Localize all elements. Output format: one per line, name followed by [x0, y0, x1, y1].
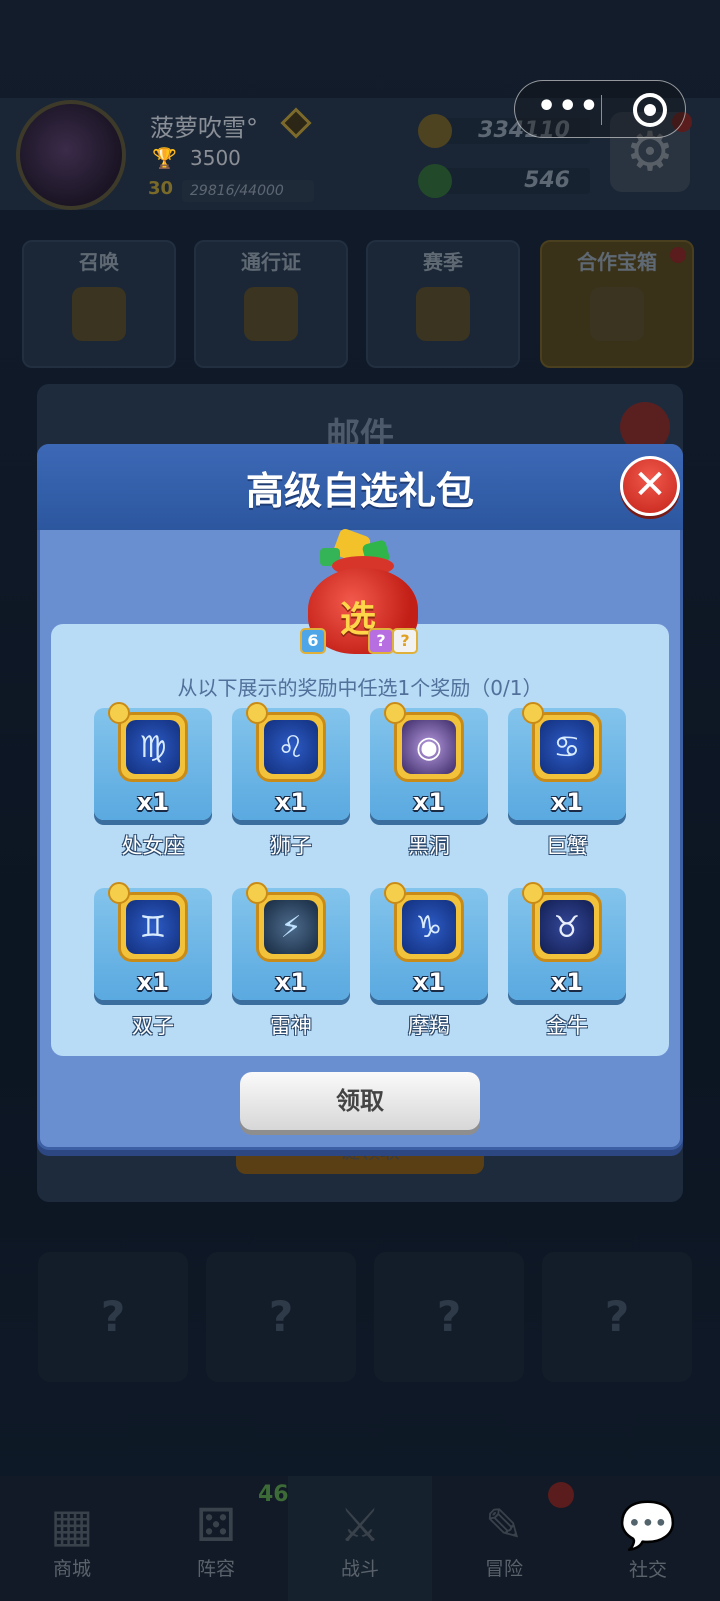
- reward-name: 黑洞: [408, 834, 450, 858]
- reward-name: 巨蟹: [546, 834, 588, 858]
- pass-panel: 通行证: [194, 240, 348, 368]
- reward-quantity: x1: [412, 788, 446, 816]
- pass-crown-icon: [244, 287, 298, 341]
- nav-shop: ▦ 商城: [0, 1476, 144, 1601]
- coop-chest-label: 合作宝箱: [577, 250, 657, 274]
- summon-cards-icon: [72, 287, 126, 341]
- dragon-crest-icon: [522, 882, 544, 904]
- reward-quantity: x1: [550, 968, 584, 996]
- summon-label: 召唤: [79, 250, 119, 274]
- virgo-icon: ♍: [126, 720, 180, 774]
- dialog-title: 高级自选礼包: [245, 469, 474, 513]
- dragon-crest-icon: [384, 882, 406, 904]
- close-button[interactable]: ✕: [620, 456, 680, 516]
- player-name: 菠萝吹雪°: [150, 114, 258, 142]
- reward-quantity: x1: [274, 968, 308, 996]
- level-badge: 30: [148, 178, 174, 199]
- miniprogram-capsule: •••: [514, 80, 686, 138]
- reward-name: 处女座: [121, 834, 185, 858]
- reward-name: 金牛: [546, 1014, 588, 1038]
- reward-name: 摩羯: [408, 1014, 450, 1038]
- reward-quantity: x1: [136, 968, 170, 996]
- reward-name: 雷神: [270, 1014, 312, 1038]
- dragon-crest-icon: [108, 702, 130, 724]
- reward-card-gemini[interactable]: ♊ x1 双子: [94, 882, 212, 1044]
- season-trophy-icon: [416, 287, 470, 341]
- dragon-crest-icon: [384, 702, 406, 724]
- dragon-crest-icon: [522, 702, 544, 724]
- nav-adventure-label: 冒险: [484, 1558, 523, 1580]
- gem-value: 546: [444, 168, 590, 194]
- gem-counter: 546: [418, 164, 590, 198]
- chest-icon: [590, 287, 644, 341]
- locked-slot: ?: [542, 1252, 692, 1382]
- reward-card-taurus[interactable]: ♉ x1 金牛: [508, 882, 626, 1044]
- avatar: [16, 100, 126, 210]
- capsule-divider: [601, 95, 602, 125]
- lineup-badge: 46: [258, 1482, 289, 1507]
- locked-slot: ?: [206, 1252, 356, 1382]
- dragon-crest-icon: [108, 882, 130, 904]
- reward-card-crab[interactable]: ♋ x1 巨蟹: [508, 702, 626, 864]
- gemini-icon: ♊: [126, 900, 180, 954]
- reward-quantity: x1: [136, 788, 170, 816]
- selection-instruction: 从以下展示的奖励中任选1个奖励（0/1）: [177, 676, 543, 700]
- reward-quantity: x1: [550, 788, 584, 816]
- pass-label: 通行证: [241, 250, 301, 274]
- nav-social: 💬 社交: [576, 1476, 720, 1601]
- target-icon[interactable]: [633, 93, 667, 127]
- nav-battle: ⚔ 战斗: [288, 1476, 432, 1601]
- thor-hammer-icon: ⚡: [264, 900, 318, 954]
- chat-icon: 💬: [619, 1498, 677, 1552]
- locked-slot: ?: [38, 1252, 188, 1382]
- claim-button[interactable]: 领取: [240, 1072, 480, 1130]
- shop-icon: ▦: [50, 1498, 94, 1552]
- green-gem-icon: [418, 164, 452, 198]
- swords-icon: ⚔: [339, 1498, 381, 1552]
- reward-name: 狮子: [270, 834, 312, 858]
- nav-shop-label: 商城: [52, 1558, 91, 1580]
- locked-slot: ?: [374, 1252, 524, 1382]
- more-dots-icon[interactable]: •••: [537, 92, 601, 122]
- reward-card-capricorn[interactable]: ♑ x1 摩羯: [370, 882, 488, 1044]
- season-label: 赛季: [423, 250, 463, 274]
- nav-lineup-label: 阵容: [196, 1558, 235, 1580]
- black-hole-icon: ◉: [402, 720, 456, 774]
- nav-social-label: 社交: [628, 1559, 667, 1581]
- lion-icon: ♌: [264, 720, 318, 774]
- trophy-icon: 🏆: [152, 146, 177, 170]
- gold-coin-icon: [418, 114, 452, 148]
- trophy-count: 3500: [190, 146, 241, 170]
- reward-name: 双子: [132, 1014, 174, 1038]
- adventure-notification-dot: [548, 1482, 574, 1508]
- dragon-crest-icon: [246, 702, 268, 724]
- xp-bar: 29816/44000: [182, 180, 314, 202]
- reward-quantity: x1: [274, 788, 308, 816]
- nav-battle-label: 战斗: [340, 1558, 379, 1580]
- season-panel: 赛季: [366, 240, 520, 368]
- reward-card-lion[interactable]: ♌ x1 狮子: [232, 702, 350, 864]
- taurus-icon: ♉: [540, 900, 594, 954]
- chest-notification-dot: [670, 247, 686, 263]
- dragon-crest-icon: [246, 882, 268, 904]
- capricorn-icon: ♑: [402, 900, 456, 954]
- lucky-bag-icon: 选 6 ? ?: [300, 527, 426, 654]
- reward-card-black-hole[interactable]: ◉ x1 黑洞: [370, 702, 488, 864]
- reward-card-virgo[interactable]: ♍ x1 处女座: [94, 702, 212, 864]
- reward-card-thor[interactable]: ⚡ x1 雷神: [232, 882, 350, 1044]
- reward-quantity: x1: [412, 968, 446, 996]
- crab-icon: ♋: [540, 720, 594, 774]
- summon-panel: 召唤: [22, 240, 176, 368]
